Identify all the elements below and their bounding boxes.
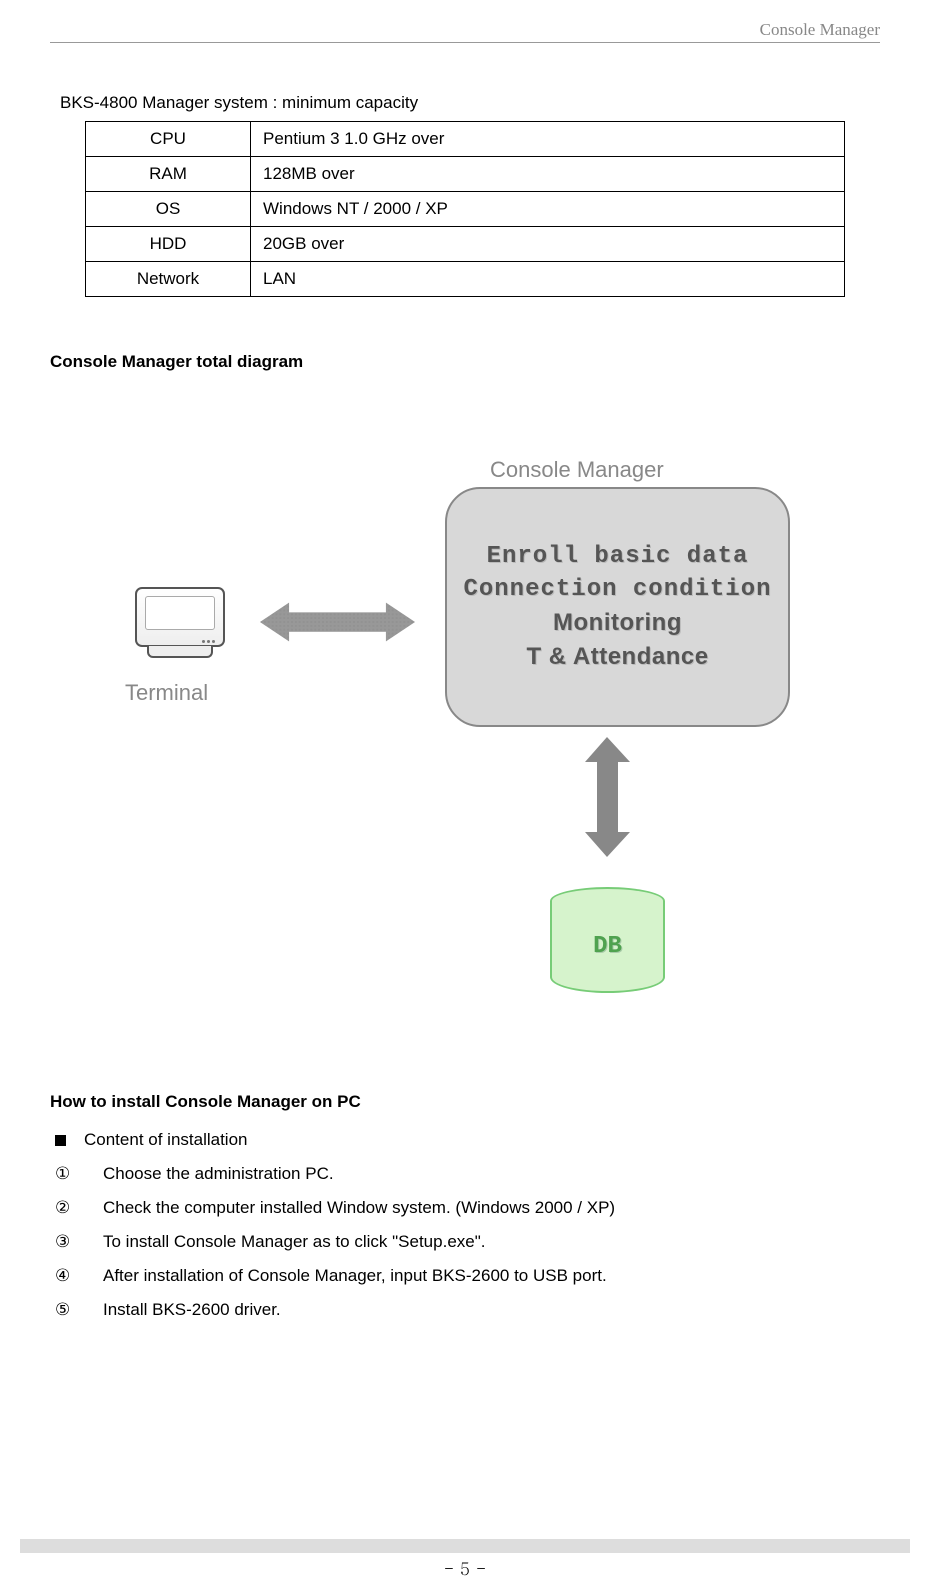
spec-val: Pentium 3 1.0 GHz over <box>251 122 845 157</box>
spec-table-title: BKS-4800 Manager system : minimum capaci… <box>60 93 880 113</box>
step-text: Choose the administration PC. <box>103 1164 334 1184</box>
page-number: - 5 - <box>0 1556 930 1580</box>
box-line: Enroll basic data <box>487 543 749 570</box>
table-row: Network LAN <box>86 262 845 297</box>
step-number-icon: ⑤ <box>55 1300 75 1320</box>
step-number-icon: ③ <box>55 1232 75 1252</box>
table-row: OS Windows NT / 2000 / XP <box>86 192 845 227</box>
console-manager-box: Enroll basic data Connection condition M… <box>445 487 790 727</box>
bullet-label: Content of installation <box>84 1130 248 1150</box>
table-row: HDD 20GB over <box>86 227 845 262</box>
spec-val: 128MB over <box>251 157 845 192</box>
step-number-icon: ④ <box>55 1266 75 1286</box>
system-diagram: Terminal Console Manager Enroll basic da… <box>50 432 880 1052</box>
install-step: ② Check the computer installed Window sy… <box>55 1198 880 1218</box>
bidirectional-arrow-icon <box>260 597 415 647</box>
database-icon: DB <box>550 887 665 1007</box>
install-bullet: Content of installation <box>55 1130 880 1150</box>
step-text: To install Console Manager as to click "… <box>103 1232 485 1252</box>
step-text: Install BKS-2600 driver. <box>103 1300 281 1320</box>
spec-val: LAN <box>251 262 845 297</box>
spec-val: Windows NT / 2000 / XP <box>251 192 845 227</box>
spec-key: Network <box>86 262 251 297</box>
terminal-icon <box>135 587 225 659</box>
box-line: Connection condition <box>463 576 771 603</box>
step-text: After installation of Console Manager, i… <box>103 1266 607 1286</box>
spec-key: CPU <box>86 122 251 157</box>
spec-key: HDD <box>86 227 251 262</box>
database-label: DB <box>550 901 665 993</box>
table-row: CPU Pentium 3 1.0 GHz over <box>86 122 845 157</box>
step-number-icon: ① <box>55 1164 75 1184</box>
console-manager-label: Console Manager <box>490 457 664 483</box>
box-line: T & Attendance <box>526 643 708 671</box>
install-step: ① Choose the administration PC. <box>55 1164 880 1184</box>
header-title: Console Manager <box>50 20 880 43</box>
terminal-label: Terminal <box>125 680 208 706</box>
bidirectional-arrow-vertical-icon <box>580 737 635 857</box>
install-step: ⑤ Install BKS-2600 driver. <box>55 1300 880 1320</box>
box-line: Monitoring <box>553 609 682 637</box>
diagram-heading: Console Manager total diagram <box>50 352 880 372</box>
square-bullet-icon <box>55 1135 66 1146</box>
table-row: RAM 128MB over <box>86 157 845 192</box>
step-number-icon: ② <box>55 1198 75 1218</box>
spec-val: 20GB over <box>251 227 845 262</box>
spec-key: RAM <box>86 157 251 192</box>
footer-bar <box>20 1539 910 1553</box>
spec-key: OS <box>86 192 251 227</box>
step-text: Check the computer installed Window syst… <box>103 1198 615 1218</box>
install-heading: How to install Console Manager on PC <box>50 1092 880 1112</box>
install-step: ④ After installation of Console Manager,… <box>55 1266 880 1286</box>
spec-table: CPU Pentium 3 1.0 GHz over RAM 128MB ove… <box>85 121 845 297</box>
install-step: ③ To install Console Manager as to click… <box>55 1232 880 1252</box>
